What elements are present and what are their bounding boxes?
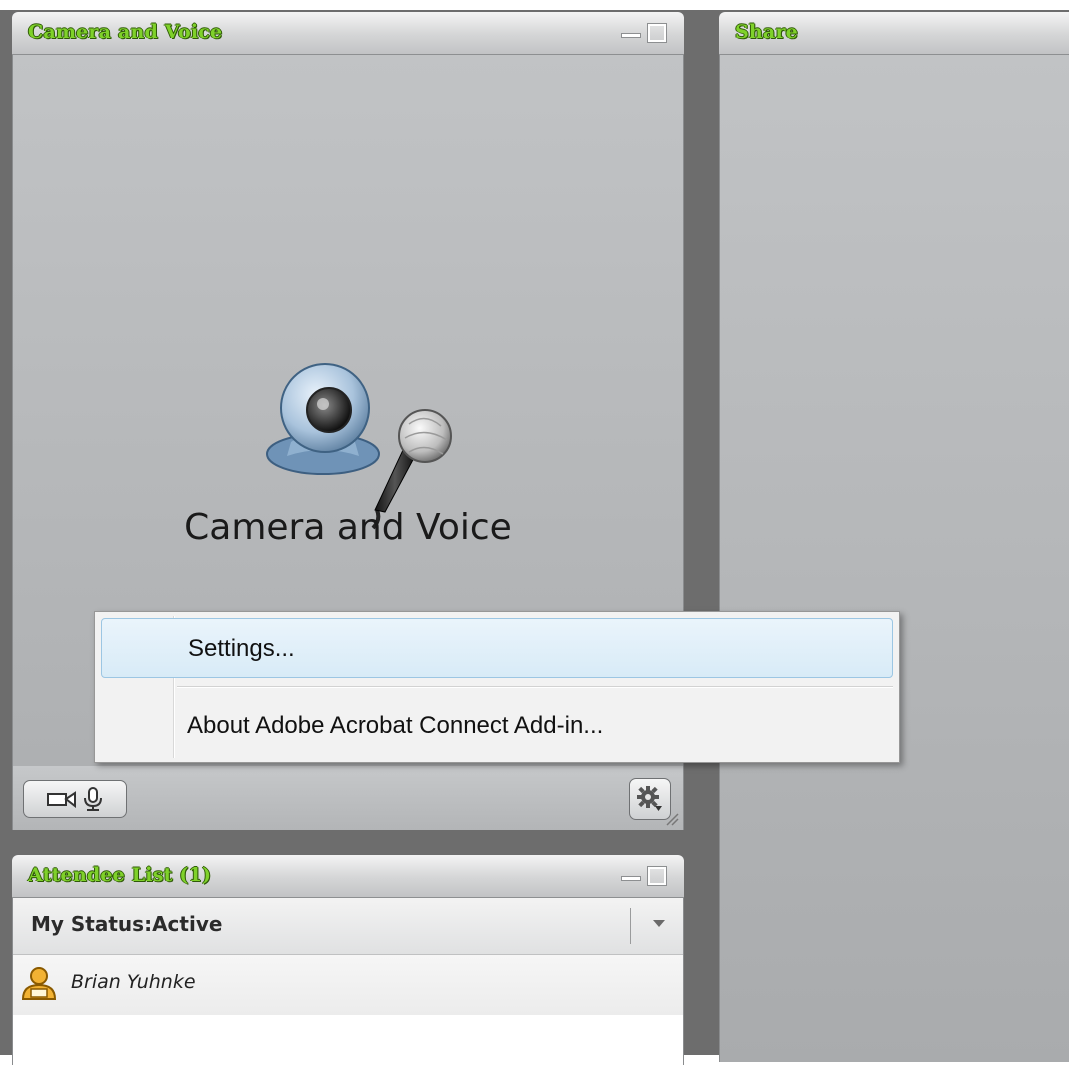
status-divider bbox=[630, 908, 631, 944]
webcam-icon bbox=[266, 363, 452, 530]
gear-icon bbox=[637, 786, 662, 811]
minimize-icon[interactable] bbox=[622, 34, 640, 37]
menu-separator bbox=[177, 686, 893, 687]
share-pod-title: Share bbox=[735, 21, 798, 43]
start-camera-voice-button[interactable] bbox=[23, 780, 127, 818]
pod-window-controls bbox=[622, 867, 666, 885]
attendee-pod-titlebar: Attendee List (1) bbox=[12, 855, 684, 898]
microphone-icon bbox=[84, 787, 102, 811]
attendee-pod-title: Attendee List (1) bbox=[28, 864, 212, 886]
maximize-icon[interactable] bbox=[648, 24, 666, 42]
share-pod: Share bbox=[719, 12, 1069, 1062]
attendee-name: Brian Yuhnke bbox=[71, 971, 196, 993]
chevron-down-icon[interactable] bbox=[653, 920, 665, 927]
camera-voice-pod-footer bbox=[13, 766, 683, 830]
camera-icon bbox=[47, 791, 76, 808]
pod-options-context-menu: Settings... About Adobe Acrobat Connect … bbox=[94, 611, 900, 763]
my-status-label: My Status:Active bbox=[31, 912, 223, 936]
camera-voice-placeholder-title: Camera and Voice bbox=[184, 507, 512, 548]
camera-voice-illustration bbox=[263, 360, 473, 530]
menu-item-label: Settings... bbox=[188, 635, 295, 662]
menu-item-about[interactable]: About Adobe Acrobat Connect Add-in... bbox=[101, 696, 893, 754]
attendee-list-pod: Attendee List (1) My Status:Active Brian… bbox=[12, 855, 684, 1065]
minimize-icon[interactable] bbox=[622, 877, 640, 880]
my-status-bar[interactable]: My Status:Active bbox=[13, 898, 683, 955]
host-user-icon bbox=[21, 967, 57, 1000]
share-pod-body bbox=[720, 55, 1069, 1062]
menu-item-label: About Adobe Acrobat Connect Add-in... bbox=[187, 712, 604, 739]
menu-item-settings[interactable]: Settings... bbox=[101, 618, 893, 678]
attendee-list: Brian Yuhnke bbox=[13, 955, 683, 1065]
pod-window-controls bbox=[622, 24, 666, 42]
camera-voice-pod-title: Camera and Voice bbox=[28, 21, 223, 43]
resize-grip-icon[interactable] bbox=[665, 812, 679, 826]
maximize-icon[interactable] bbox=[648, 867, 666, 885]
camera-voice-pod-titlebar: Camera and Voice bbox=[12, 12, 684, 55]
list-item[interactable]: Brian Yuhnke bbox=[13, 955, 683, 1015]
share-pod-titlebar: Share bbox=[719, 12, 1069, 55]
